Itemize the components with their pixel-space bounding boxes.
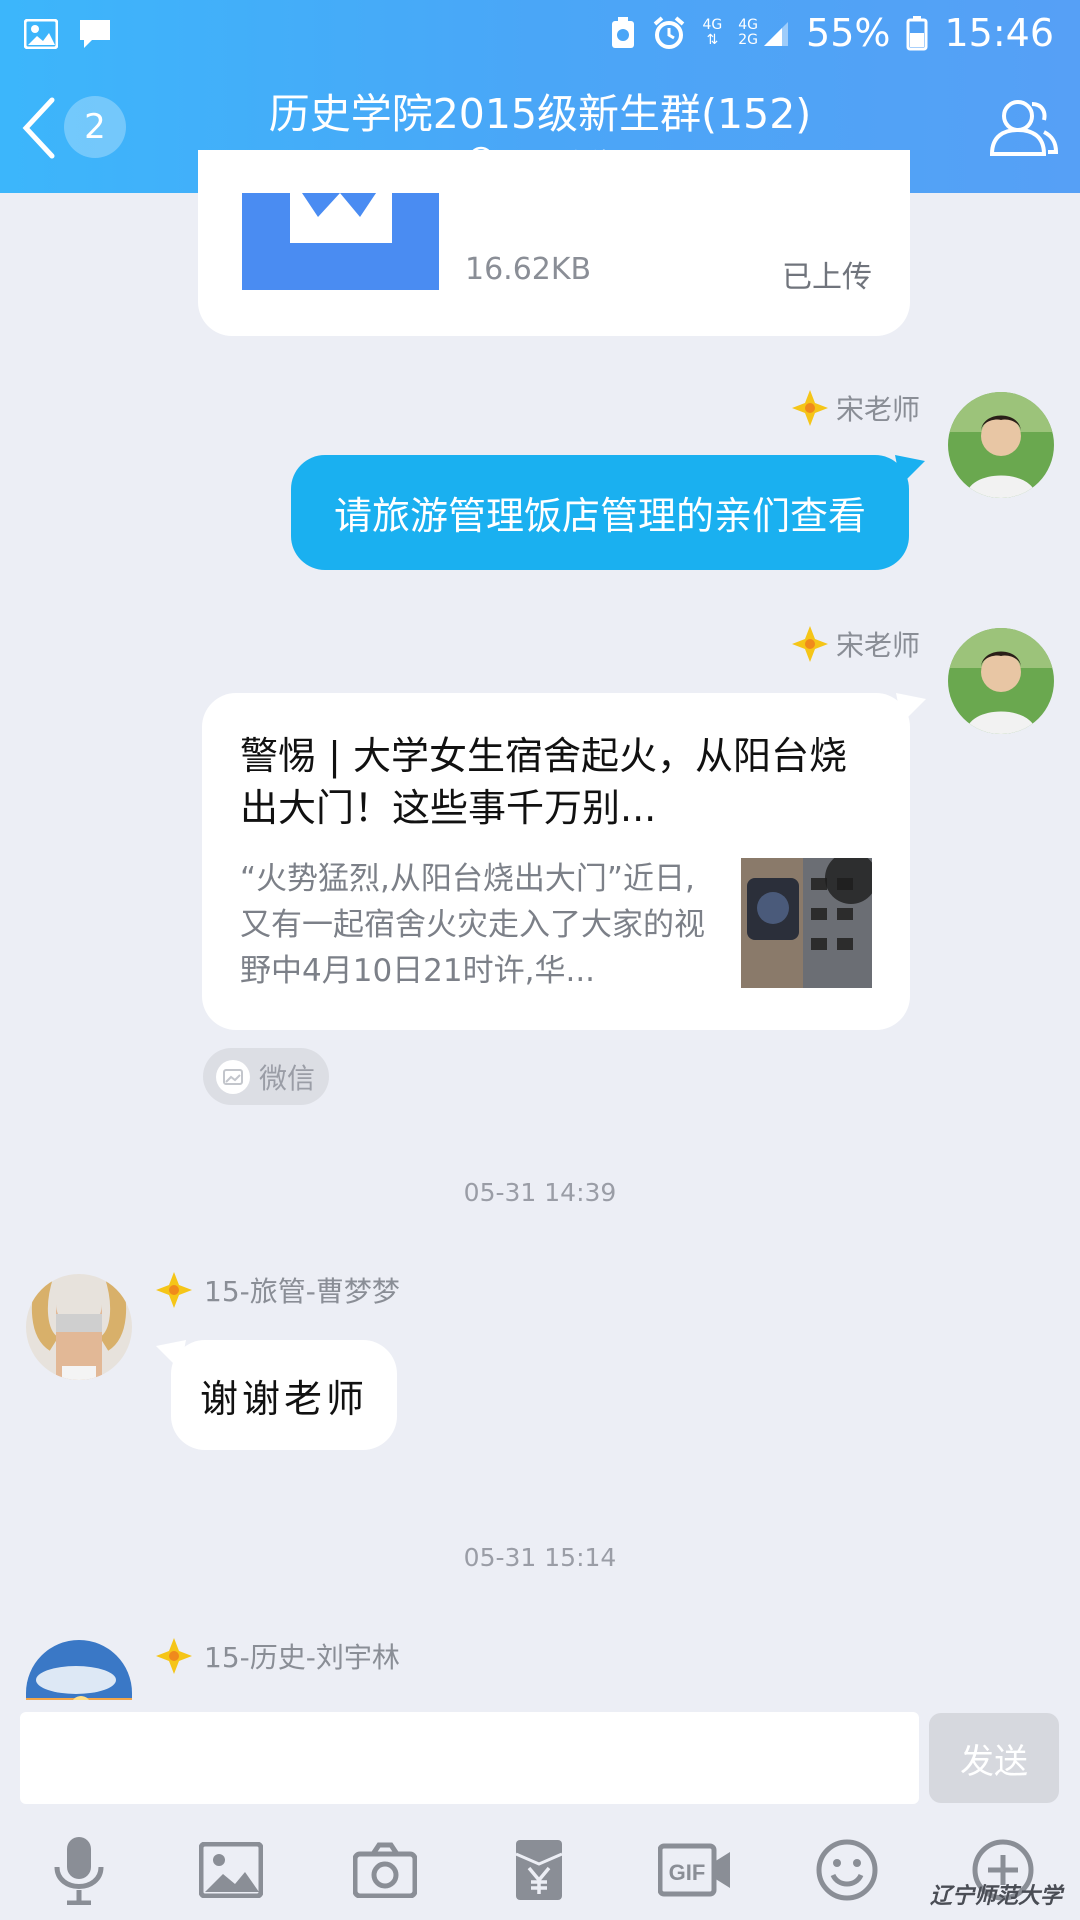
gif-button[interactable]: GIF [658,1835,734,1905]
network-label: 2G [738,32,759,48]
signal-icon [764,22,789,46]
members-icon [989,100,1059,156]
timestamp: 05-31 14:39 [463,1178,617,1207]
watermark: 辽宁师范大学 [930,1884,1063,1909]
message-sender-row: 15-历史-刘宇林 [154,1636,400,1676]
outgoing-bubble[interactable]: 请旅游管理饭店管理的亲们查看 [291,455,909,570]
send-button[interactable]: 发送 [929,1713,1059,1803]
source-label: 微信 [259,1061,316,1095]
article-thumbnail [741,858,872,988]
sender-name: 15-历史-刘宇林 [204,1641,400,1674]
svg-text:GIF: GIF [669,1860,706,1885]
avatar[interactable] [948,392,1054,498]
avatar-photo [948,628,1054,734]
word-file-icon [242,193,439,290]
message-sender-row: 15-旅管-曹梦梦 [154,1270,400,1310]
timestamp: 05-31 15:14 [463,1543,617,1572]
image-icon [199,1842,263,1898]
avatar[interactable] [26,1274,132,1380]
group-title[interactable]: 历史学院2015级新生群(152) [0,80,1080,140]
message-sender-row: 宋老师 [790,388,920,428]
image-source-icon [216,1059,250,1094]
sender-name: 15-旅管-曹梦梦 [204,1275,400,1308]
camera-icon [353,1842,417,1898]
mic-icon [54,1837,104,1905]
red-packet-button[interactable] [504,1835,574,1905]
status-bar-right: 4G ⇅ 4G 2G 55% 15:46 [610,8,1054,58]
avatar[interactable] [948,628,1054,734]
source-tag[interactable]: 微信 [203,1048,329,1105]
word-w-glyph [290,193,392,243]
group-members-button[interactable] [988,96,1059,162]
avatar-photo [26,1274,132,1380]
clock: 15:46 [944,11,1054,55]
status-bar-left [24,14,112,54]
voice-button[interactable] [44,1835,114,1905]
message-notification-icon [80,20,110,48]
message-sender-row: 宋老师 [790,624,920,664]
red-packet-icon [515,1840,563,1900]
star-badge-icon [792,390,828,426]
network-indicator-1: 4G ⇅ [702,17,723,48]
alarm-icon [654,16,685,49]
avatar-photo [948,392,1054,498]
message-text: 谢谢老师 [199,1376,368,1421]
fire-building-image [741,858,872,988]
gif-icon: GIF [658,1843,730,1897]
gallery-notification-icon [24,19,58,49]
star-badge-icon [792,626,828,662]
article-summary: “火势猛烈,从阳台烧出大门”近日,又有一起宿舍火灾走入了大家的视野中4月10日2… [240,861,705,989]
star-badge-icon [156,1272,192,1308]
sender-name: 宋老师 [836,629,921,662]
gallery-button[interactable] [196,1835,266,1905]
file-size: 16.62KB [465,252,592,287]
star-badge-icon [156,1638,192,1674]
battery-icon [906,16,928,51]
sender-name: 宋老师 [836,393,921,426]
message-text: 请旅游管理饭店管理的亲们查看 [333,494,866,538]
camera-button[interactable] [350,1835,420,1905]
network-label: 4G [702,17,723,33]
file-upload-status: 已上传 [782,260,872,295]
article-title: 警惕 | 大学女生宿舍起火，从阳台烧出大门！这些事千万别... [240,734,847,830]
network-label: 4G [738,17,759,33]
network-indicator-2: 4G 2G [738,18,790,48]
incoming-bubble[interactable]: 谢谢老师 [171,1340,397,1450]
emoji-button[interactable] [812,1835,882,1905]
emoji-icon [816,1839,878,1901]
battery-percent: 55% [806,11,891,55]
message-input[interactable] [20,1712,919,1804]
battery-saver-icon [612,17,635,48]
